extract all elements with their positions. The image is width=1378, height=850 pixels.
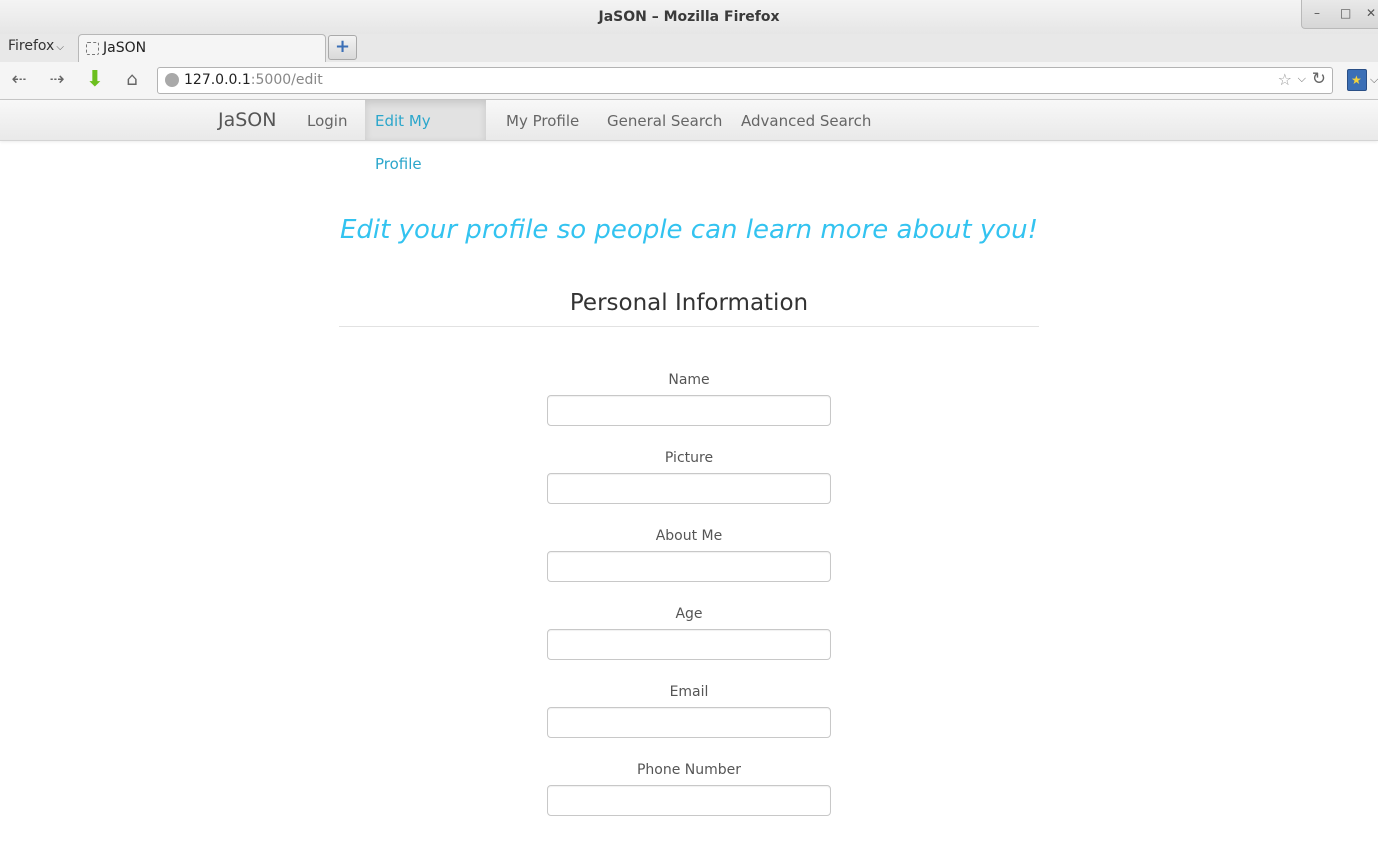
name-label: Name [668, 372, 710, 388]
firefox-menu-button[interactable]: Firefox ⌵ [8, 38, 64, 54]
age-label: Age [675, 606, 703, 622]
nav-login[interactable]: Login [297, 100, 357, 140]
home-icon[interactable]: ⌂ [119, 68, 145, 92]
bookmarks-icon[interactable]: ★ [1347, 69, 1367, 91]
about-me-label: About Me [655, 528, 723, 544]
picture-label: Picture [664, 450, 714, 466]
minimize-button[interactable]: – [1314, 6, 1320, 20]
globe-icon [165, 73, 179, 87]
chevron-down-icon: ⌵ [56, 42, 64, 53]
picture-input[interactable] [547, 473, 831, 504]
url-host: 127.0.0.1 [184, 72, 251, 88]
window-title: JaSON – Mozilla Firefox [598, 9, 780, 25]
age-input[interactable] [547, 629, 831, 660]
section-divider [339, 326, 1039, 327]
firefox-menu-label: Firefox [8, 38, 55, 54]
page-lead: Edit your profile so people can learn mo… [339, 215, 1039, 245]
url-path: :5000/edit [250, 72, 323, 88]
nav-advanced-search[interactable]: Advanced Search [731, 100, 881, 140]
plus-icon: + [335, 36, 351, 57]
phone-number-input[interactable] [547, 785, 831, 816]
favicon-icon [86, 42, 99, 55]
about-me-input[interactable] [547, 551, 831, 582]
download-icon[interactable]: ⬇ [82, 68, 108, 92]
chevron-down-icon[interactable]: ⌵ [1298, 72, 1306, 86]
back-icon[interactable]: ⇠ [6, 68, 32, 92]
window-controls: – □ ✕ [1301, 0, 1378, 29]
navigation-toolbar: ⇠ ⇢ ⬇ ⌂ 127.0.0.1:5000/edit ☆ ⌵ ↻ ★ ⌵ [0, 62, 1378, 100]
name-input[interactable] [547, 395, 831, 426]
star-icon: ★ [1351, 73, 1362, 87]
reload-icon[interactable]: ↻ [1312, 69, 1326, 89]
forward-icon[interactable]: ⇢ [44, 68, 70, 92]
url-text[interactable]: 127.0.0.1:5000/edit [184, 72, 323, 88]
nav-my-profile[interactable]: My Profile [496, 100, 589, 140]
star-icon[interactable]: ☆ [1278, 70, 1292, 89]
maximize-button[interactable]: □ [1340, 6, 1351, 20]
tab-title: JaSON [103, 40, 147, 56]
email-input[interactable] [547, 707, 831, 738]
url-bar[interactable]: 127.0.0.1:5000/edit ☆ ⌵ ↻ [157, 67, 1333, 94]
nav-edit-my-profile[interactable]: Edit My Profile [365, 100, 486, 173]
phone-number-label: Phone Number [636, 762, 742, 778]
chevron-down-icon[interactable]: ⌵ [1370, 73, 1378, 87]
nav-general-search[interactable]: General Search [597, 100, 732, 140]
email-label: Email [669, 684, 709, 700]
browser-tab[interactable]: JaSON [78, 34, 326, 62]
tab-strip: Firefox ⌵ JaSON + [0, 34, 1378, 62]
site-navbar: JaSON Login Edit My Profile My Profile G… [0, 100, 1378, 173]
new-tab-button[interactable]: + [328, 35, 357, 60]
section-title: Personal Information [569, 290, 809, 316]
window-titlebar: JaSON – Mozilla Firefox – □ ✕ [0, 0, 1378, 34]
site-brand[interactable]: JaSON [218, 109, 276, 131]
close-button[interactable]: ✕ [1366, 6, 1376, 20]
